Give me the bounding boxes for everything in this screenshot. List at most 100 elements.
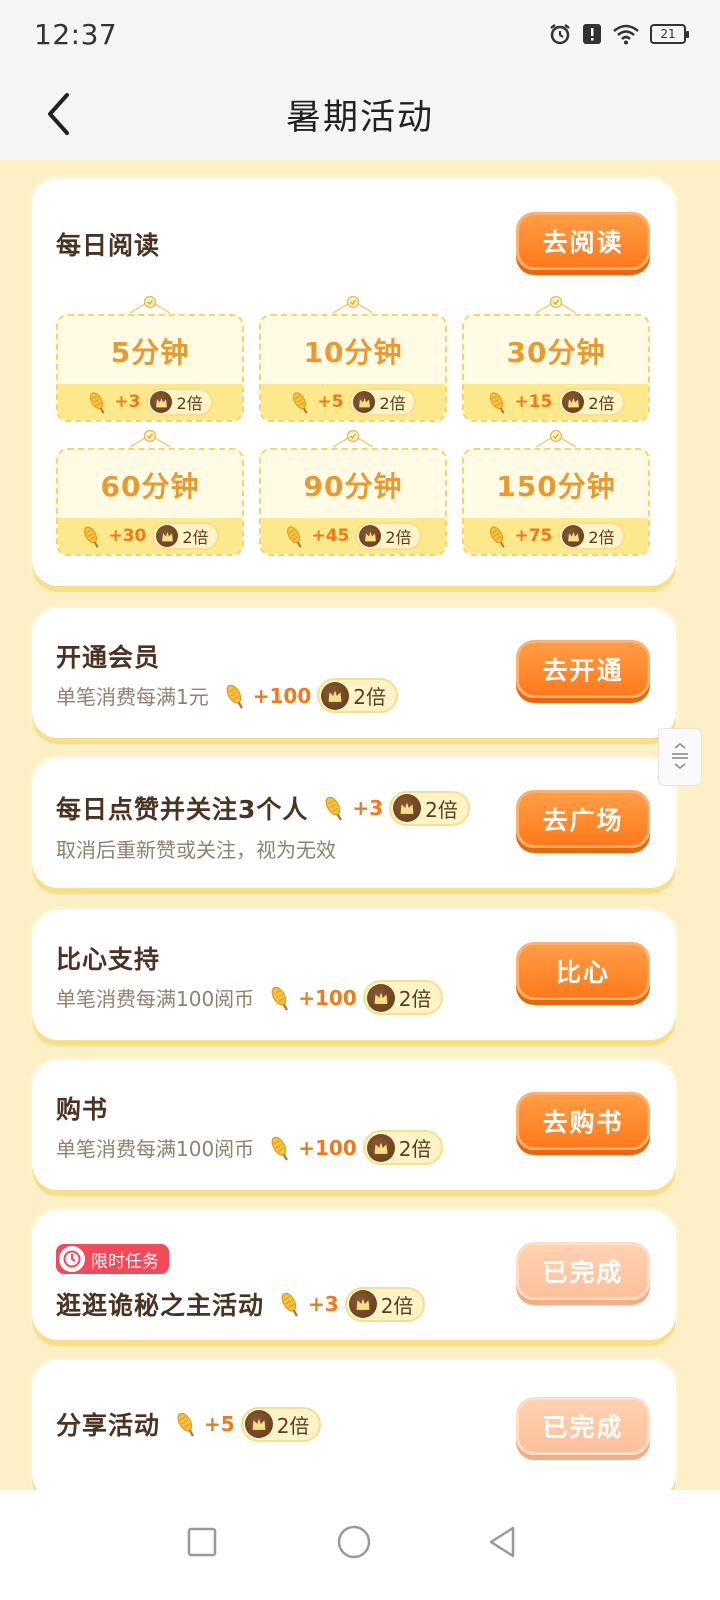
tile-duration: 10分钟 [303,336,403,369]
task-action-button[interactable]: 去广场 [516,790,650,848]
app-header: 暑期活动 [0,68,720,160]
corn-icon [278,1289,302,1319]
crown-icon [353,391,376,413]
corn-icon [268,1133,292,1163]
home-button[interactable] [324,1512,384,1572]
system-navigation-bar [0,1490,720,1600]
tile-reward-bar: +15 2倍 [464,384,648,420]
tile-duration: 5分钟 [110,336,190,369]
hanger-icon [333,430,373,448]
reading-tile[interactable]: 30分钟 +15 2倍 [462,314,650,422]
reward-group: +100 2倍 [268,980,444,1015]
multiplier-label: 2倍 [385,528,412,547]
reading-tile[interactable]: 5分钟 +3 2倍 [56,314,244,422]
reward-group: +5 2倍 [290,388,416,416]
task-action-button[interactable]: 已完成 [516,1397,650,1455]
crown-icon [244,1410,273,1438]
reward-group: +15 2倍 [487,388,625,416]
multiplier-label: 2倍 [176,394,203,413]
task-action-button[interactable]: 比心 [516,942,650,1000]
square-icon [187,1527,217,1557]
reward-amount: +100 [298,985,357,1010]
crown-icon [348,1290,377,1318]
tile-reward-bar: +30 2倍 [58,518,242,554]
daily-reading-title: 每日阅读 [56,231,161,260]
tile-reward-bar: +5 2倍 [261,384,445,420]
multiplier-badge: 2倍 [389,790,470,826]
reward-amount: +3 [114,392,141,412]
corn-icon [322,793,346,823]
crown-icon [321,681,350,710]
hanger-icon [536,296,576,314]
task-action-button[interactable]: 已完成 [516,1242,650,1300]
task-title: 分享活动 [56,1411,161,1440]
task-action-button[interactable]: 去开通 [516,640,650,698]
multiplier-badge: 2倍 [349,388,416,416]
multiplier-label: 2倍 [425,797,458,822]
reward-amount: +3 [308,1292,339,1316]
task-card: 开通会员 单笔消费每满1元 +100 2倍 去开通 [32,608,676,738]
scroll-handle[interactable] [658,728,702,786]
reward-group: +100 2倍 [268,1130,444,1165]
reward-amount: +30 [108,526,147,546]
tile-reward-bar: +3 2倍 [58,384,242,420]
daily-reading-card: 每日阅读 去阅读 5分钟 +3 2倍 10分钟 +5 2倍 30分钟 +15 2… [32,178,676,586]
task-card: 购书 单笔消费每满100阅币 +100 2倍 去购书 [32,1060,676,1190]
alarm-icon [548,22,572,46]
reward-amount: +5 [204,1412,235,1436]
reward-group: +3 2倍 [322,790,470,826]
reward-amount: +45 [311,526,350,546]
reward-amount: +3 [352,796,384,820]
multiplier-badge: 2倍 [558,388,625,416]
reading-tile[interactable]: 150分钟 +75 2倍 [462,448,650,556]
tile-duration: 30分钟 [506,336,606,369]
alert-icon [582,23,602,45]
reading-tile[interactable]: 60分钟 +30 2倍 [56,448,244,556]
reading-tile[interactable]: 10分钟 +5 2倍 [259,314,447,422]
go-read-button[interactable]: 去阅读 [516,212,650,270]
multiplier-badge: 2倍 [152,522,219,550]
back-nav-button[interactable] [472,1512,532,1572]
multiplier-label: 2倍 [182,528,209,547]
crown-icon [366,1133,395,1162]
task-card: 分享活动 +5 2倍 已完成 [32,1360,676,1490]
task-title: 每日点赞并关注3个人 [56,795,309,824]
reading-tile[interactable]: 90分钟 +45 2倍 [259,448,447,556]
multiplier-badge: 2倍 [362,980,444,1015]
wifi-icon [612,23,640,45]
reward-group: +5 2倍 [174,1406,322,1442]
task-subtitle: 单笔消费每满1元 [56,685,209,709]
corn-icon [487,523,508,550]
reward-amount: +75 [514,526,553,546]
multiplier-badge: 2倍 [558,522,625,550]
crown-icon [156,525,179,547]
crown-icon [359,525,382,547]
reward-amount: +100 [252,683,312,708]
reward-group: +3 2倍 [278,1286,426,1322]
tile-reward-bar: +45 2倍 [261,518,445,554]
reward-group: +75 2倍 [487,522,625,550]
task-subtitle: 取消后重新赞或关注，视为无效 [56,838,336,862]
recent-apps-button[interactable] [172,1512,232,1572]
corn-icon [223,681,247,711]
triangle-back-icon [489,1526,515,1558]
task-card: 限时任务 逛逛诡秘之主活动 +3 2倍 已完成 [32,1210,676,1340]
circle-icon [337,1525,371,1559]
multiplier-badge: 2倍 [362,1130,444,1165]
multiplier-label: 2倍 [379,394,406,413]
task-title: 购书 [56,1095,109,1124]
crown-icon [562,525,585,547]
tile-reward-bar: +75 2倍 [464,518,648,554]
multiplier-label: 2倍 [398,987,432,1011]
clock-icon [59,1246,85,1272]
reward-group: +30 2倍 [81,522,219,550]
task-action-button[interactable]: 去购书 [516,1092,650,1150]
back-button[interactable] [38,90,78,138]
corn-icon [87,389,108,416]
activity-list[interactable]: 每日阅读 去阅读 5分钟 +3 2倍 10分钟 +5 2倍 30分钟 +15 2… [0,160,720,1490]
hanger-icon [333,296,373,314]
task-card: 比心支持 单笔消费每满100阅币 +100 2倍 比心 [32,910,676,1040]
reward-group: +3 2倍 [87,388,213,416]
multiplier-badge: 2倍 [355,522,422,550]
multiplier-label: 2倍 [588,528,615,547]
